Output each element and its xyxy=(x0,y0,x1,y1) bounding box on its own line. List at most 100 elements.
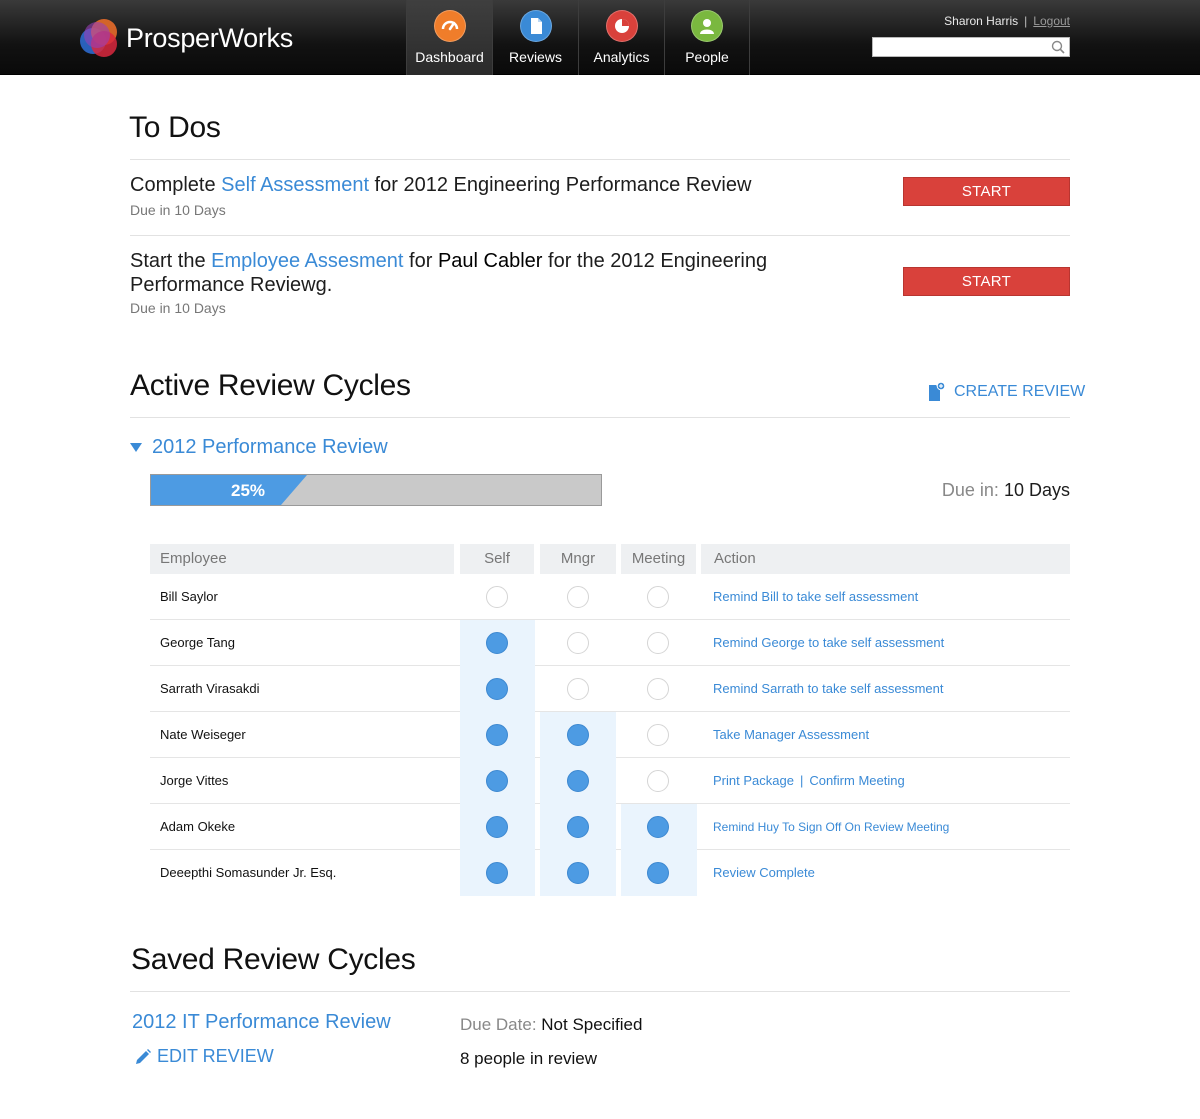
column-header-meeting: Meeting xyxy=(621,544,696,574)
cycle-due: Due in: 10 Days xyxy=(942,480,1070,501)
create-review-button[interactable]: CREATE REVIEW xyxy=(928,382,1085,402)
todo-person: Paul Cabler xyxy=(437,250,543,272)
action-cell: Remind Huy To Sign Off On Review Meeting xyxy=(713,804,949,850)
nav-label: Reviews xyxy=(509,49,562,65)
table-row: Bill Saylor Remind Bill to take self asse… xyxy=(150,574,1070,620)
action-link[interactable]: Take Manager Assessment xyxy=(713,727,869,742)
table-row: George Tang Remind George to take self as… xyxy=(150,620,1070,666)
document-icon xyxy=(519,10,552,42)
nav-label: People xyxy=(685,49,729,65)
meeting-status-indicator xyxy=(647,586,669,608)
start-button[interactable]: START xyxy=(903,177,1070,206)
review-table: Employee Self Mngr Meeting Action Bill S… xyxy=(150,544,1070,896)
divider xyxy=(130,235,1070,236)
add-document-icon xyxy=(929,382,946,401)
nav-analytics[interactable]: Analytics xyxy=(578,0,664,75)
self-status-indicator xyxy=(486,862,508,884)
todo-link[interactable]: Self Assessment xyxy=(221,174,369,196)
action-cell: Remind Sarrath to take self assessment xyxy=(713,666,944,712)
progress-bar: 25% xyxy=(150,474,602,506)
logout-link[interactable]: Logout xyxy=(1033,14,1070,28)
nav-reviews[interactable]: Reviews xyxy=(492,0,578,75)
saved-cycles-title: Saved Review Cycles xyxy=(131,943,416,976)
self-status-indicator xyxy=(486,770,508,792)
meeting-status-indicator xyxy=(647,816,669,838)
action-cell: Remind Bill to take self assessment xyxy=(713,574,918,620)
action-link[interactable]: Remind Bill to take self assessment xyxy=(713,589,918,604)
action-link[interactable]: Confirm Meeting xyxy=(809,773,904,788)
meeting-status-indicator xyxy=(647,724,669,746)
action-link[interactable]: Remind Sarrath to take self assessment xyxy=(713,681,944,696)
due-value: 10 Days xyxy=(1003,480,1070,500)
action-link[interactable]: Remind George to take self assessment xyxy=(713,635,944,650)
progress-label: 25% xyxy=(231,481,266,500)
start-button[interactable]: START xyxy=(903,267,1070,296)
divider xyxy=(130,417,1070,418)
table-body: Bill Saylor Remind Bill to take self asse… xyxy=(150,574,1070,896)
meeting-status-indicator xyxy=(647,862,669,884)
cycle-title: 2012 Performance Review xyxy=(152,436,388,458)
search-icon[interactable] xyxy=(1050,39,1066,55)
person-icon xyxy=(691,10,723,42)
employee-name: George Tang xyxy=(160,635,235,650)
logo[interactable]: ProsperWorks xyxy=(78,17,293,59)
triangle-down-icon xyxy=(130,443,142,452)
todo-link[interactable]: Employee Assesment xyxy=(211,250,403,272)
table-row: Deeepthi Somasunder Jr. Esq. Review Compl… xyxy=(150,850,1070,896)
nav-label: Dashboard xyxy=(415,49,484,65)
action-separator: | xyxy=(799,773,804,788)
self-status-indicator xyxy=(486,678,508,700)
nav-dashboard[interactable]: Dashboard xyxy=(406,0,492,75)
mngr-status-indicator xyxy=(567,724,589,746)
search-input[interactable] xyxy=(873,38,1048,56)
divider xyxy=(130,159,1070,160)
action-link[interactable]: Review Complete xyxy=(713,865,815,880)
divider xyxy=(130,991,1070,992)
employee-name: Jorge Vittes xyxy=(160,773,229,788)
todo-text-pre: Complete xyxy=(130,174,222,196)
action-cell: Remind George to take self assessment xyxy=(713,620,944,666)
todo-item-1: Complete Self Assessment for 2012 Engine… xyxy=(130,173,751,197)
logo-mark-icon xyxy=(78,17,120,59)
self-status-indicator xyxy=(486,816,508,838)
saved-cycle-title[interactable]: 2012 IT Performance Review xyxy=(132,1011,391,1034)
column-header-self: Self xyxy=(460,544,534,574)
saved-people-count: 8 people in review xyxy=(460,1049,598,1068)
table-header: Employee Self Mngr Meeting Action xyxy=(150,544,1070,574)
nav-people[interactable]: People xyxy=(664,0,750,75)
meeting-status-indicator xyxy=(647,632,669,654)
table-row: Nate Weiseger Take Manager Assessment xyxy=(150,712,1070,758)
column-header-employee: Employee xyxy=(150,544,454,574)
pencil-icon xyxy=(136,1048,151,1064)
mngr-status-indicator xyxy=(567,586,589,608)
main-nav: Dashboard Reviews Analytics People xyxy=(406,0,750,75)
gauge-icon xyxy=(433,10,466,42)
mngr-status-indicator xyxy=(567,862,589,884)
saved-due-label: Due Date: xyxy=(460,1015,537,1034)
action-link[interactable]: Print Package xyxy=(713,773,794,788)
self-status-indicator xyxy=(486,632,508,654)
user-area: Sharon Harris | Logout xyxy=(944,14,1070,28)
self-status-indicator xyxy=(486,724,508,746)
action-link[interactable]: Remind Huy To Sign Off On Review Meeting xyxy=(713,820,949,834)
mngr-status-indicator xyxy=(567,770,589,792)
due-label: Due in: xyxy=(941,480,999,500)
edit-review-button[interactable]: EDIT REVIEW xyxy=(134,1046,274,1067)
todo-due: Due in 10 Days xyxy=(130,202,226,218)
employee-name: Sarrath Virasakdi xyxy=(160,681,260,696)
column-header-mngr: Mngr xyxy=(540,544,616,574)
nav-label: Analytics xyxy=(593,49,650,65)
cycle-toggle[interactable]: 2012 Performance Review xyxy=(130,436,388,459)
meeting-status-indicator xyxy=(647,678,669,700)
logo-text: ProsperWorks xyxy=(126,22,293,53)
action-cell: Review Complete xyxy=(713,850,815,896)
todo-text-pre: Start the xyxy=(130,250,212,272)
column-header-action: Action xyxy=(701,544,1070,574)
edit-review-label: EDIT REVIEW xyxy=(157,1046,274,1066)
user-separator: | xyxy=(1024,14,1028,28)
todo-item-2: Start the Employee Assesment for Paul Ca… xyxy=(130,249,830,297)
saved-due: Due Date: Not Specified xyxy=(460,1015,642,1035)
employee-name: Nate Weiseger xyxy=(160,727,246,742)
self-status-indicator xyxy=(486,586,508,608)
employee-name: Bill Saylor xyxy=(160,589,218,604)
